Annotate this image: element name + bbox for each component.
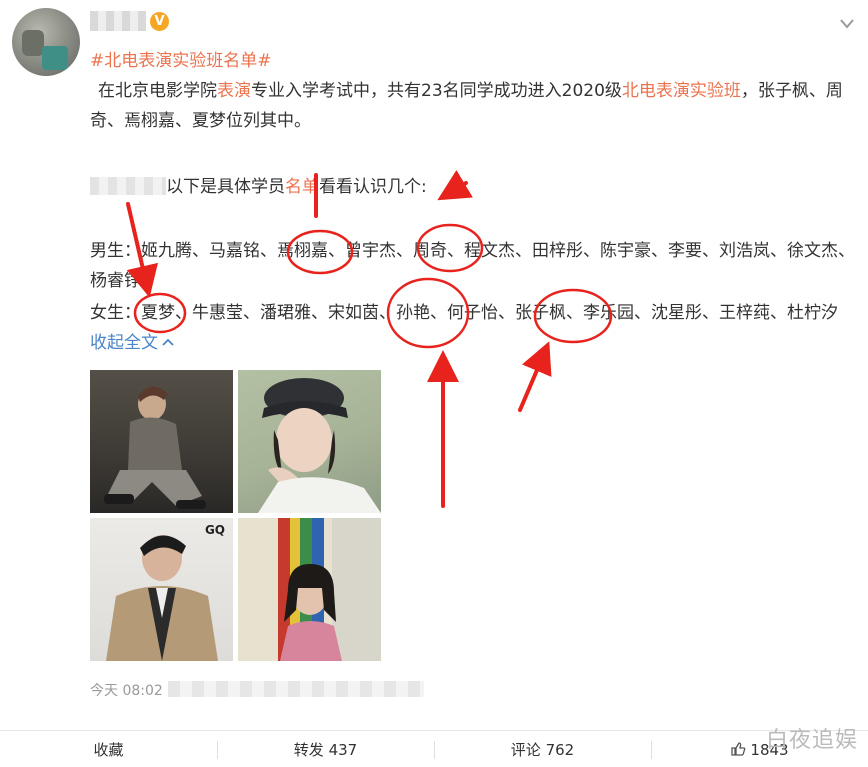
photo-watermark-gq: GQ [204, 523, 225, 537]
watermark-text: 白夜追娱 [765, 728, 858, 753]
blurred-text [90, 177, 166, 195]
post-intro: 在北京电影学院表演专业入学考试中，共有23名同学成功进入2020级北电表演实验班… [90, 81, 843, 131]
favorite-button[interactable]: 收藏 [0, 731, 217, 767]
comment-button[interactable]: 评论 762 [434, 731, 651, 767]
chevron-down-icon[interactable] [840, 14, 854, 33]
action-bar: 收藏 转发 437 评论 762 1843 [0, 730, 868, 767]
username-blurred[interactable] [90, 11, 146, 31]
photo-4[interactable] [238, 518, 381, 661]
hashtag-link[interactable]: #北电表演实验班名单# [90, 46, 272, 71]
photo-3[interactable]: GQ [90, 518, 233, 661]
photo-1[interactable] [90, 370, 233, 513]
avatar[interactable] [12, 8, 80, 76]
male-student-list: 男生：姬九腾、马嘉铭、焉栩嘉、曾宇杰、周奇、程文杰、田梓彤、陈宇豪、李要、刘浩岚… [90, 241, 855, 291]
chevron-up-icon [162, 338, 174, 346]
photo-grid: GQ [90, 370, 382, 662]
thumbs-up-icon [731, 742, 746, 756]
annotation-arrow [518, 341, 552, 412]
collapse-text-link[interactable]: 收起全文 [90, 333, 175, 353]
repost-button[interactable]: 转发 437 [217, 731, 434, 767]
topic-link-list[interactable]: 名单 [285, 177, 319, 197]
topic-link-class[interactable]: 北电表演实验班 [622, 81, 741, 101]
topic-link-acting[interactable]: 表演 [217, 81, 251, 101]
post-timestamp[interactable]: 今天 08:02 [90, 680, 163, 700]
list-intro: 以下是具体学员名单看看认识几个: [90, 172, 860, 202]
verified-v-icon: V [150, 12, 169, 31]
blurred-source [168, 681, 424, 697]
female-student-list: 女生：夏梦、牛惠莹、潘珺雅、宋如茵、孙艳、何子怡、张子枫、李乐园、沈星彤、王梓莼… [90, 303, 838, 353]
photo-2[interactable] [238, 370, 381, 513]
